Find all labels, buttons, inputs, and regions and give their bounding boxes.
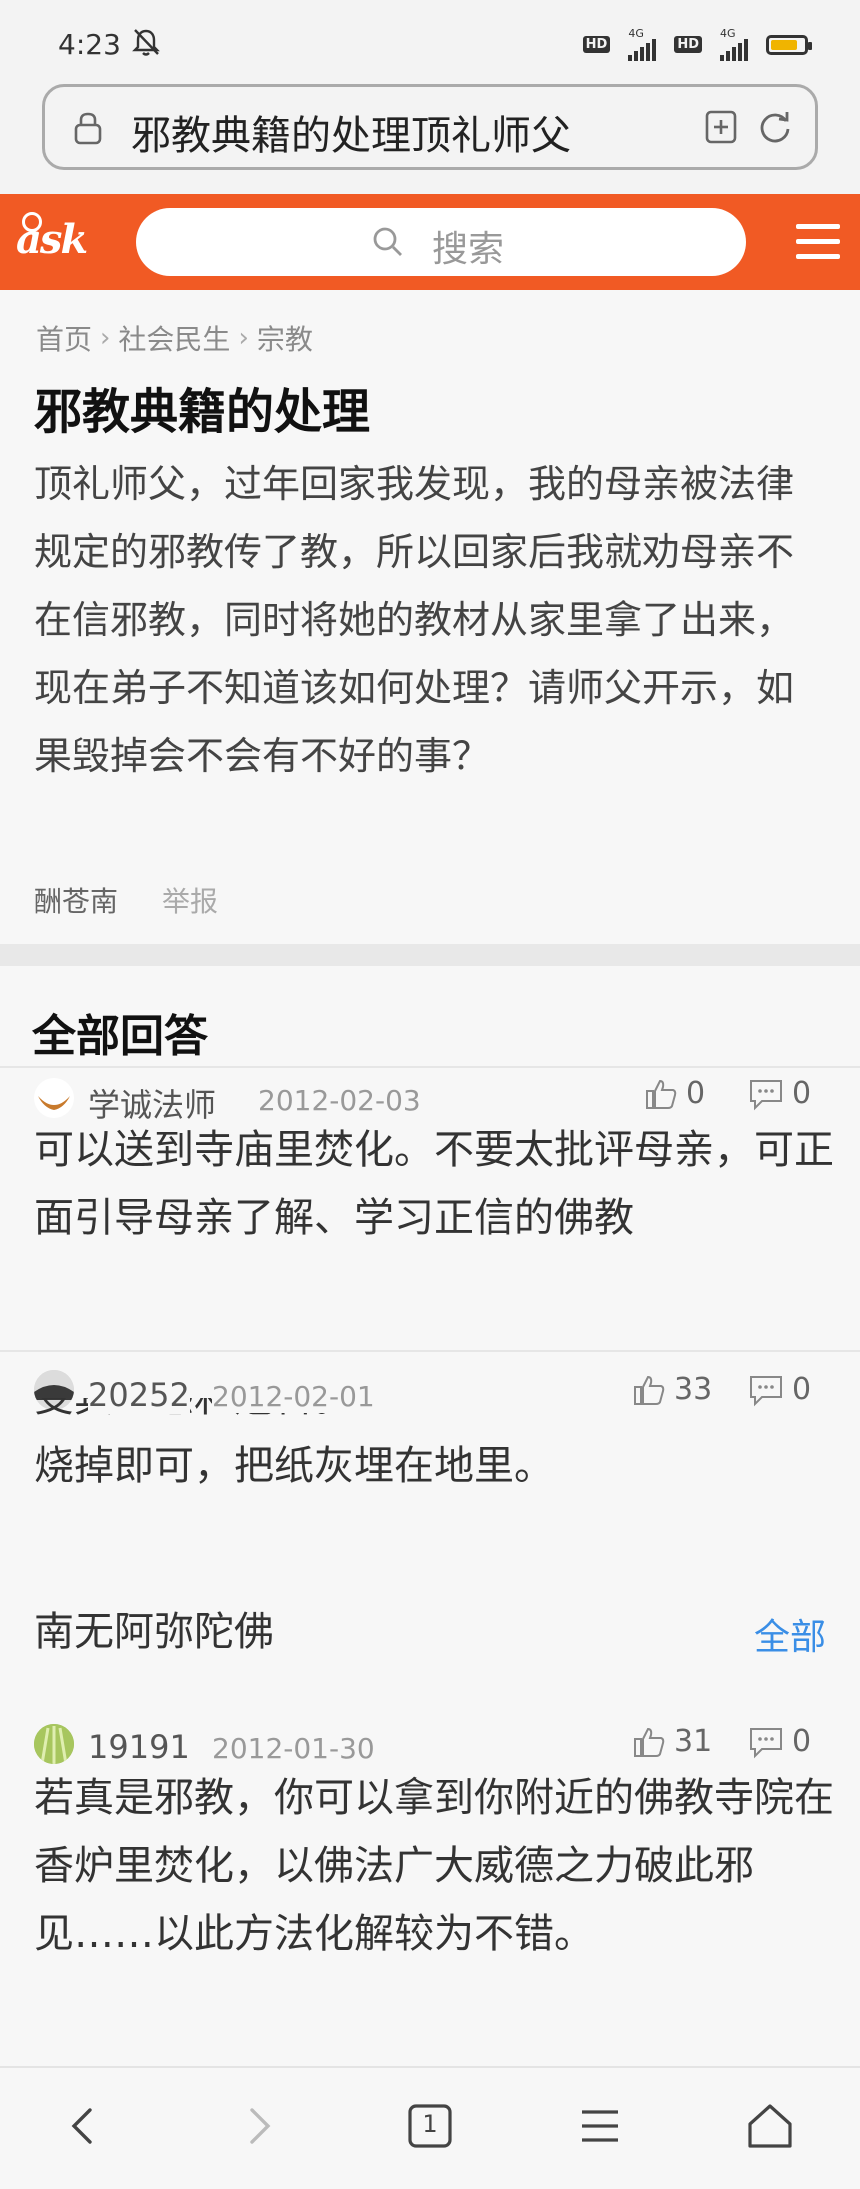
- like-count: 33: [674, 1372, 713, 1407]
- signal-bars-icon: [628, 39, 657, 61]
- answer-text: 若真是邪教，你可以拿到你附近的佛教寺院在香炉里焚化，以佛法广大威德之力破此邪见……: [34, 1775, 834, 1957]
- avatar[interactable]: [34, 1078, 74, 1118]
- comment-count: 0: [792, 1372, 812, 1407]
- answer-author[interactable]: 19191: [88, 1728, 190, 1766]
- tabs-button[interactable]: 1: [400, 2096, 460, 2156]
- site-logo[interactable]: ask: [16, 216, 88, 263]
- like-button[interactable]: 31: [632, 1724, 712, 1759]
- signal-bars-icon: [720, 39, 748, 61]
- question-meta: 酬苍南 举报: [34, 880, 218, 920]
- back-icon[interactable]: [54, 2096, 114, 2156]
- question-title: 邪教典籍的处理: [34, 384, 371, 440]
- report-link[interactable]: 举报: [162, 885, 218, 918]
- notifications-muted-icon: [132, 29, 160, 56]
- comment-button[interactable]: 0: [748, 1724, 811, 1759]
- breadcrumb-category[interactable]: 社会民生: [118, 318, 230, 358]
- see-all-link[interactable]: 全部: [754, 1608, 826, 1660]
- divider-line: [0, 1066, 860, 1068]
- answer-author[interactable]: 20252: [88, 1376, 190, 1414]
- search-placeholder: 搜索: [432, 229, 505, 270]
- comment-button[interactable]: 0: [748, 1076, 811, 1111]
- answer-text-continued: 南无阿弥陀佛: [34, 1609, 274, 1655]
- question-body: 顶礼师父，过年回家我发现，我的母亲被法律规定的邪教传了教，所以回家后我就劝母亲不…: [34, 462, 795, 778]
- site-header: ask 搜索: [0, 194, 860, 290]
- network-label: 4G: [720, 27, 736, 40]
- search-box[interactable]: 搜索: [136, 208, 746, 276]
- like-count: 31: [674, 1724, 713, 1759]
- browser-bottom-nav: 1: [0, 2066, 860, 2189]
- battery-fill: [771, 39, 797, 50]
- thumbs-up-icon: [634, 1375, 665, 1405]
- answers-heading: 全部回答: [32, 1011, 208, 1062]
- comment-count: 0: [792, 1724, 812, 1759]
- chevron-right-icon: ›: [238, 323, 249, 353]
- hd-badge: HD: [582, 36, 611, 53]
- forward-icon[interactable]: [228, 2096, 288, 2156]
- answer-date: 2012-02-03: [258, 1084, 421, 1117]
- like-button[interactable]: 0: [644, 1076, 705, 1111]
- question-card: 首页 › 社会民生 › 宗教 邪教典籍的处理 顶礼师父，过年回家我发现，我的母亲…: [0, 290, 860, 944]
- add-bookmark-icon[interactable]: [701, 107, 741, 147]
- comment-count: 0: [792, 1076, 812, 1111]
- thumbs-up-icon: [634, 1727, 665, 1757]
- avatar[interactable]: [34, 1724, 74, 1764]
- answer-text: 可以送到寺庙里焚化。不要太批评母亲，可正面引导母亲了解、学习正信的佛教: [34, 1127, 834, 1241]
- thumbs-up-icon: [646, 1079, 677, 1109]
- comment-icon: [750, 1727, 782, 1758]
- menu-lines-icon[interactable]: [570, 2096, 630, 2156]
- question-author[interactable]: 酬苍南: [34, 885, 118, 918]
- reload-icon[interactable]: [755, 107, 795, 147]
- comment-icon: [750, 1079, 782, 1110]
- hd-badge: HD: [674, 36, 702, 53]
- status-bar: 4:23 HD 4G HD 4G: [0, 0, 860, 84]
- tab-count: 1: [422, 2110, 438, 2138]
- signal-2: 4G: [720, 28, 748, 61]
- breadcrumb-subcategory[interactable]: 宗教: [257, 318, 313, 358]
- comment-button[interactable]: 0: [748, 1372, 811, 1407]
- answer-text: 烧掉即可，把纸灰埋在地里。: [34, 1443, 554, 1489]
- battery-icon: [766, 34, 812, 55]
- answers-section: 全部回答 学诚法师 2012-02-03 0 0 可以送到寺庙里焚化。不要太批评…: [0, 966, 860, 2066]
- divider-line: [0, 1350, 860, 1352]
- search-icon: [373, 227, 402, 256]
- answer-date: 2012-01-30: [212, 1732, 375, 1765]
- lock-icon: [74, 112, 102, 145]
- chevron-right-icon: ›: [100, 323, 111, 353]
- like-count: 0: [686, 1076, 706, 1111]
- like-button[interactable]: 33: [632, 1372, 712, 1407]
- menu-icon[interactable]: [796, 224, 840, 260]
- status-time: 4:23: [58, 28, 121, 61]
- address-bar[interactable]: 邪教典籍的处理顶礼师父: [42, 84, 818, 170]
- answer-date: 2012-02-01: [212, 1380, 375, 1413]
- breadcrumb: 首页 › 社会民生 › 宗教: [36, 318, 313, 358]
- home-icon[interactable]: [740, 2096, 800, 2156]
- comment-icon: [750, 1375, 782, 1406]
- section-divider: [0, 944, 860, 966]
- network-label: 4G: [628, 27, 644, 40]
- status-indicators: HD 4G HD 4G: [582, 27, 812, 61]
- breadcrumb-home[interactable]: 首页: [36, 318, 92, 358]
- signal-1: 4G: [628, 27, 657, 61]
- url-text[interactable]: 邪教典籍的处理顶礼师父: [131, 103, 671, 161]
